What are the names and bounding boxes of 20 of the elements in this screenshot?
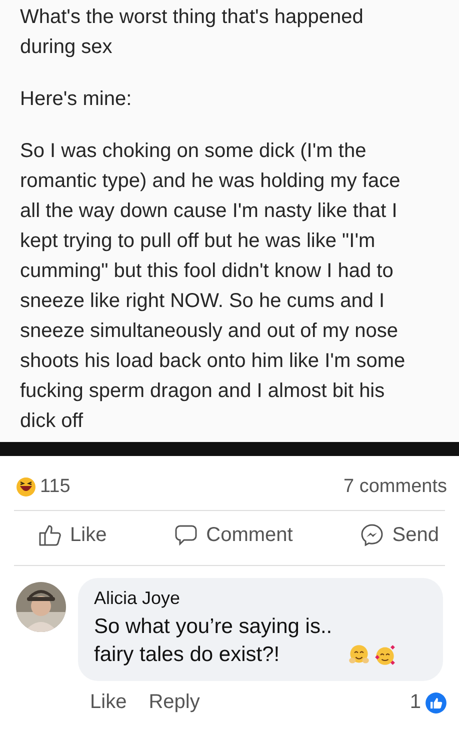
comment-text: So what you’re saying is.. fairy tales do exist?!: [94, 614, 334, 668]
comment-button[interactable]: Comment: [174, 519, 293, 551]
post-text: Here's mine:: [20, 87, 133, 112]
comment-action-link[interactable]: Reply: [148, 691, 200, 714]
comment-count[interactable]: 7 comments: [344, 476, 447, 498]
comment-author[interactable]: Alicia Joye: [94, 588, 427, 609]
reaction-count[interactable]: 115: [40, 476, 70, 498]
send-button[interactable]: Send: [360, 519, 439, 551]
speech-bubble-icon: [174, 523, 198, 547]
comment-action-link[interactable]: Like: [90, 691, 127, 714]
post-text: What's the worst thing that's happened during sex: [20, 5, 364, 60]
like-button[interactable]: Like: [38, 519, 107, 551]
hugging-emoji-icon: [348, 644, 370, 666]
like-count: 1: [410, 691, 421, 714]
laughing-emoji-icon: [16, 477, 36, 497]
hearts-emoji-icon: [374, 644, 396, 666]
post-text: So I was choking on some dick (I'm the romantic type) and he was holding my face all the way down cause I'm nasty like that I kept trying to pull off but he was like "I'm cumming" but this fool didn't know I had to sneeze like right NOW. So he cums and I sneeze simultaneously and out of my nose shoots his load back onto him like I'm some fucking sperm dragon and I almost bit his dick off: [20, 139, 406, 434]
messenger-icon: [360, 523, 384, 547]
thumbs-up-icon: [38, 523, 62, 547]
like-badge-icon: [425, 692, 447, 714]
